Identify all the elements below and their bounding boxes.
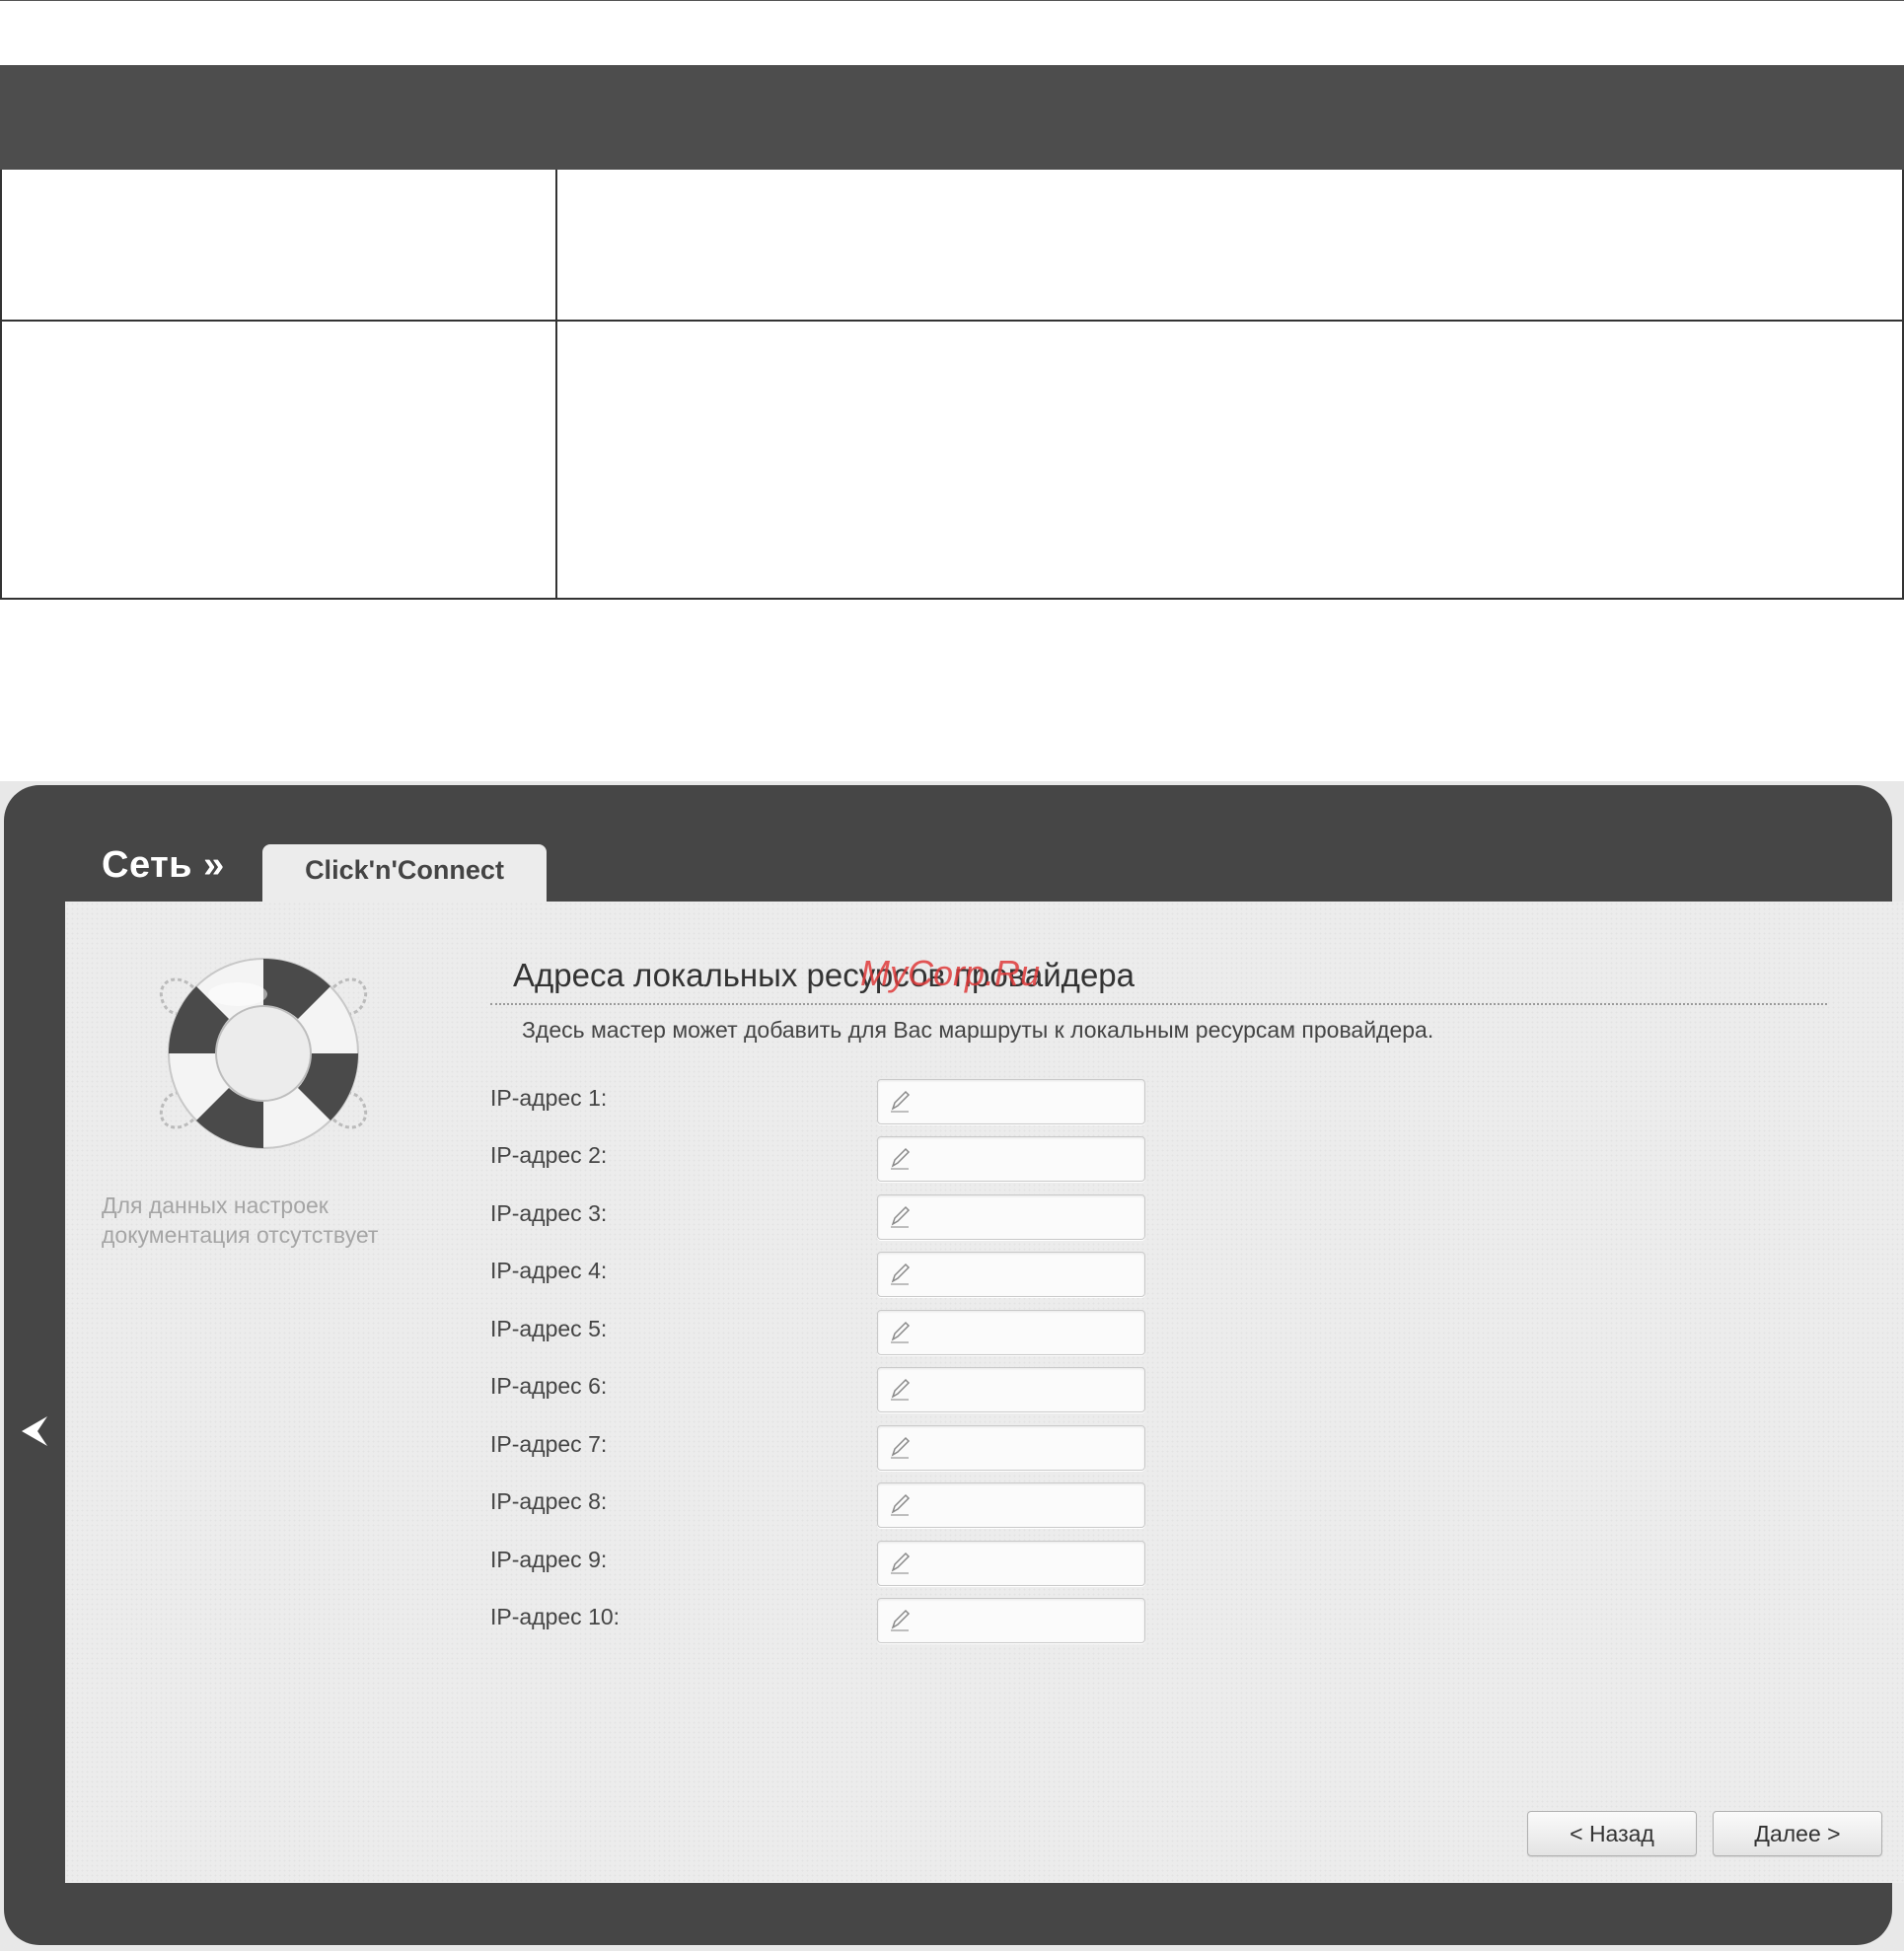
ip-field-row: IP-адрес 10: (490, 1598, 1378, 1651)
pencil-icon (891, 1090, 911, 1113)
ip-field-row: IP-адрес 2: (490, 1136, 1378, 1190)
ip-field-row: IP-адрес 8: (490, 1482, 1378, 1536)
pencil-icon (891, 1263, 911, 1285)
ip-address-input[interactable] (917, 1546, 1138, 1581)
ip-field-row: IP-адрес 3: (490, 1194, 1378, 1248)
pencil-icon (891, 1493, 911, 1516)
ip-address-input[interactable] (917, 1084, 1138, 1120)
breadcrumb-section[interactable]: Сеть » (102, 844, 225, 887)
pencil-icon (891, 1436, 911, 1459)
ip-address-input[interactable] (917, 1487, 1138, 1523)
ip-field-label: IP-адрес 6: (490, 1373, 608, 1399)
pencil-icon (891, 1378, 911, 1401)
ip-address-field[interactable] (877, 1252, 1145, 1297)
ip-address-input[interactable] (917, 1603, 1138, 1638)
ip-address-input[interactable] (917, 1315, 1138, 1350)
ip-address-field[interactable] (877, 1136, 1145, 1182)
ip-field-row: IP-адрес 7: (490, 1425, 1378, 1479)
ip-address-input[interactable] (917, 1257, 1138, 1292)
table-column-divider (555, 170, 557, 600)
ip-field-label: IP-адрес 4: (490, 1258, 608, 1283)
table-row (0, 170, 1904, 322)
ip-field-label: IP-адрес 3: (490, 1200, 608, 1226)
ip-address-field[interactable] (877, 1425, 1145, 1471)
ip-field-label: IP-адрес 8: (490, 1488, 608, 1514)
top-rule (0, 0, 1904, 1)
ip-field-row: IP-адрес 9: (490, 1541, 1378, 1594)
ip-field-label: IP-адрес 7: (490, 1431, 608, 1457)
ip-field-label: IP-адрес 5: (490, 1316, 608, 1341)
ip-address-input[interactable] (917, 1141, 1138, 1177)
pencil-icon (891, 1321, 911, 1343)
table-row (0, 320, 1904, 600)
ip-field-label: IP-адрес 9: (490, 1547, 608, 1572)
pencil-icon (891, 1552, 911, 1574)
pencil-icon (891, 1205, 911, 1228)
ip-address-field[interactable] (877, 1541, 1145, 1586)
ip-address-field[interactable] (877, 1482, 1145, 1528)
ip-field-row: IP-адрес 1: (490, 1079, 1378, 1132)
back-button[interactable]: < Назад (1527, 1811, 1697, 1856)
ip-address-field[interactable] (877, 1079, 1145, 1124)
ip-address-field[interactable] (877, 1367, 1145, 1412)
pencil-icon (891, 1147, 911, 1170)
ip-address-input[interactable] (917, 1372, 1138, 1408)
intro-text: Здесь мастер может добавить для Вас марш… (522, 1017, 1434, 1043)
ip-address-field[interactable] (877, 1310, 1145, 1355)
ip-field-row: IP-адрес 4: (490, 1252, 1378, 1305)
divider (490, 1003, 1827, 1005)
chevron-left-icon[interactable] (20, 1414, 49, 1448)
ip-field-label: IP-адрес 1: (490, 1085, 608, 1111)
next-button[interactable]: Далее > (1713, 1811, 1882, 1856)
lifebuoy-icon (154, 950, 373, 1157)
ip-field-label: IP-адрес 10: (490, 1604, 621, 1629)
watermark: MyCorp.Ru (860, 953, 1041, 993)
pencil-icon (891, 1609, 911, 1631)
ip-address-input[interactable] (917, 1199, 1138, 1235)
ip-address-field[interactable] (877, 1598, 1145, 1643)
ip-field-row: IP-адрес 6: (490, 1367, 1378, 1420)
ip-address-field[interactable] (877, 1194, 1145, 1240)
page-title: Адреса локальных ресурсов провайдера (513, 957, 1135, 993)
tab-clickn-connect[interactable]: Click'n'Connect (262, 844, 547, 903)
ip-field-label: IP-адрес 2: (490, 1142, 608, 1168)
help-text: Для данных настроек документация отсутст… (102, 1192, 379, 1248)
table-header (0, 65, 1904, 170)
ip-field-row: IP-адрес 5: (490, 1310, 1378, 1363)
ip-address-input[interactable] (917, 1430, 1138, 1466)
